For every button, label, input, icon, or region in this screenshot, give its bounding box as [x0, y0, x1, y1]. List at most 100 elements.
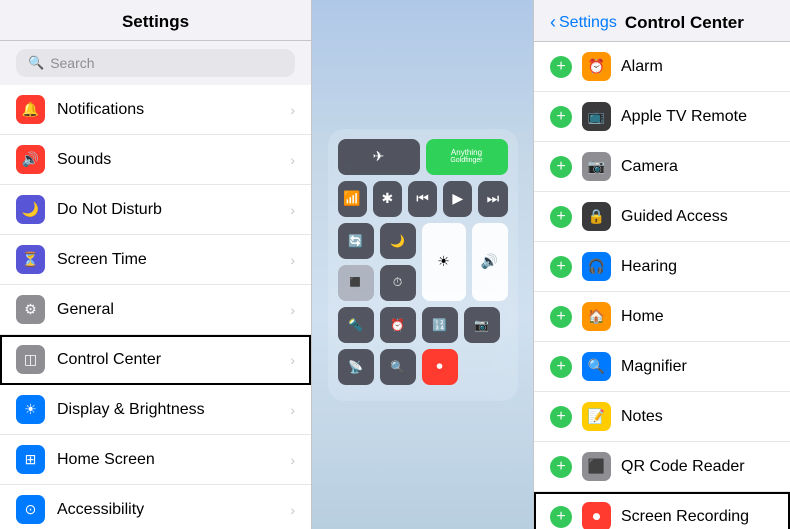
add-button-notes[interactable]: + — [550, 406, 572, 428]
cc-moon[interactable]: 🌙 — [380, 223, 416, 259]
settings-label-do-not-disturb: Do Not Disturb — [57, 201, 286, 219]
add-button-apple-tv-remote[interactable]: + — [550, 106, 572, 128]
settings-item-do-not-disturb[interactable]: 🌙 Do Not Disturb › — [0, 185, 311, 235]
add-button-alarm[interactable]: + — [550, 56, 572, 78]
control-settings-panel: ‹ Settings Control Center + ⏰ Alarm + 📺 … — [534, 0, 790, 529]
add-button-guided-access[interactable]: + — [550, 206, 572, 228]
cc-grid: ✈ Anything Goldfinger 📶 ✱ — [328, 129, 518, 401]
settings-item-display-brightness[interactable]: ☀ Display & Brightness › — [0, 385, 311, 435]
settings-title: Settings — [16, 12, 295, 32]
settings-item-home-screen[interactable]: ⊞ Home Screen › — [0, 435, 311, 485]
control-label-guided-access: Guided Access — [621, 208, 774, 226]
control-item-alarm[interactable]: + ⏰ Alarm — [534, 42, 790, 92]
back-button[interactable]: ‹ Settings — [550, 12, 617, 33]
control-icon-qr-code-reader: ⬛ — [582, 452, 611, 481]
control-item-guided-access[interactable]: + 🔒 Guided Access — [534, 192, 790, 242]
control-icon-camera: 📷 — [582, 152, 611, 181]
chevron-icon: › — [290, 502, 295, 518]
settings-search-bar[interactable]: 🔍 Search — [0, 41, 311, 85]
settings-item-accessibility[interactable]: ⊙ Accessibility › — [0, 485, 311, 529]
settings-label-home-screen: Home Screen — [57, 451, 286, 469]
control-item-screen-recording[interactable]: + ⏺ Screen Recording — [534, 492, 790, 529]
settings-label-display-brightness: Display & Brightness — [57, 401, 286, 419]
add-button-home[interactable]: + — [550, 306, 572, 328]
control-item-camera[interactable]: + 📷 Camera — [534, 142, 790, 192]
control-items-list: + ⏰ Alarm + 📺 Apple TV Remote + 📷 Camera… — [534, 42, 790, 529]
control-icon-magnifier: 🔍 — [582, 352, 611, 381]
control-item-home[interactable]: + 🏠 Home — [534, 292, 790, 342]
control-icon-notes: 📝 — [582, 402, 611, 431]
settings-label-notifications: Notifications — [57, 101, 286, 119]
settings-icon-accessibility: ⊙ — [16, 495, 45, 524]
cc-volume[interactable]: 🔊 — [472, 223, 508, 301]
settings-icon-sounds: 🔊 — [16, 145, 45, 174]
back-label: Settings — [559, 14, 617, 32]
chevron-icon: › — [290, 202, 295, 218]
control-label-camera: Camera — [621, 158, 774, 176]
cc-magnifier[interactable]: 🔍 — [380, 349, 416, 385]
settings-label-sounds: Sounds — [57, 151, 286, 169]
cc-record[interactable]: ⏺ — [422, 349, 458, 385]
settings-icon-notifications: 🔔 — [16, 95, 45, 124]
settings-panel: Settings 🔍 Search 🔔 Notifications › 🔊 So… — [0, 0, 312, 529]
add-button-screen-recording[interactable]: + — [550, 506, 572, 528]
cc-clock[interactable]: ⏰ — [380, 307, 416, 343]
cc-remote[interactable]: 📡 — [338, 349, 374, 385]
control-icon-alarm: ⏰ — [582, 52, 611, 81]
cc-calc[interactable]: 🔢 — [422, 307, 458, 343]
settings-header: Settings — [0, 0, 311, 41]
cc-screen-mirror[interactable]: ⬛ — [338, 265, 374, 301]
settings-list: 🔔 Notifications › 🔊 Sounds › 🌙 Do Not Di… — [0, 85, 311, 529]
settings-icon-screen-time: ⏳ — [16, 245, 45, 274]
settings-icon-control-center: ◫ — [16, 345, 45, 374]
cc-bluetooth[interactable]: ✱ — [373, 181, 402, 217]
add-button-camera[interactable]: + — [550, 156, 572, 178]
control-icon-guided-access: 🔒 — [582, 202, 611, 231]
control-icon-screen-recording: ⏺ — [582, 502, 611, 529]
chevron-icon: › — [290, 402, 295, 418]
cc-wifi[interactable]: 📶 — [338, 181, 367, 217]
control-item-magnifier[interactable]: + 🔍 Magnifier — [534, 342, 790, 392]
back-chevron-icon: ‹ — [550, 12, 556, 33]
cc-brightness[interactable]: ☀ — [422, 223, 466, 301]
control-center-visual: ✈ Anything Goldfinger 📶 ✱ — [312, 0, 534, 529]
control-label-notes: Notes — [621, 408, 774, 426]
settings-label-general: General — [57, 301, 286, 319]
add-button-hearing[interactable]: + — [550, 256, 572, 278]
search-placeholder: Search — [50, 55, 94, 71]
control-item-apple-tv-remote[interactable]: + 📺 Apple TV Remote — [534, 92, 790, 142]
cc-camera[interactable]: 📷 — [464, 307, 500, 343]
chevron-icon: › — [290, 352, 295, 368]
settings-icon-home-screen: ⊞ — [16, 445, 45, 474]
control-center-title: Control Center — [625, 13, 744, 33]
settings-item-sounds[interactable]: 🔊 Sounds › — [0, 135, 311, 185]
search-icon: 🔍 — [28, 55, 44, 71]
add-button-magnifier[interactable]: + — [550, 356, 572, 378]
cc-prev[interactable]: ⏮ — [408, 181, 437, 217]
settings-icon-do-not-disturb: 🌙 — [16, 195, 45, 224]
settings-item-control-center[interactable]: ◫ Control Center › — [0, 335, 311, 385]
cc-music[interactable]: Anything Goldfinger — [426, 139, 508, 175]
chevron-icon: › — [290, 452, 295, 468]
cc-flashlight[interactable]: 🔦 — [338, 307, 374, 343]
cc-rotation[interactable]: 🔄 — [338, 223, 374, 259]
control-item-qr-code-reader[interactable]: + ⬛ QR Code Reader — [534, 442, 790, 492]
control-item-notes[interactable]: + 📝 Notes — [534, 392, 790, 442]
chevron-icon: › — [290, 302, 295, 318]
control-label-qr-code-reader: QR Code Reader — [621, 458, 774, 476]
settings-icon-general: ⚙ — [16, 295, 45, 324]
control-item-hearing[interactable]: + 🎧 Hearing — [534, 242, 790, 292]
chevron-icon: › — [290, 102, 295, 118]
cc-play[interactable]: ▶ — [443, 181, 472, 217]
cc-airplane[interactable]: ✈ — [338, 139, 420, 175]
control-label-apple-tv-remote: Apple TV Remote — [621, 108, 774, 126]
settings-item-notifications[interactable]: 🔔 Notifications › — [0, 85, 311, 135]
settings-item-screen-time[interactable]: ⏳ Screen Time › — [0, 235, 311, 285]
cc-timer[interactable]: ⏱ — [380, 265, 416, 301]
control-icon-hearing: 🎧 — [582, 252, 611, 281]
control-label-screen-recording: Screen Recording — [621, 508, 774, 526]
control-label-alarm: Alarm — [621, 58, 774, 76]
add-button-qr-code-reader[interactable]: + — [550, 456, 572, 478]
settings-item-general[interactable]: ⚙ General › — [0, 285, 311, 335]
cc-next[interactable]: ⏭ — [478, 181, 507, 217]
